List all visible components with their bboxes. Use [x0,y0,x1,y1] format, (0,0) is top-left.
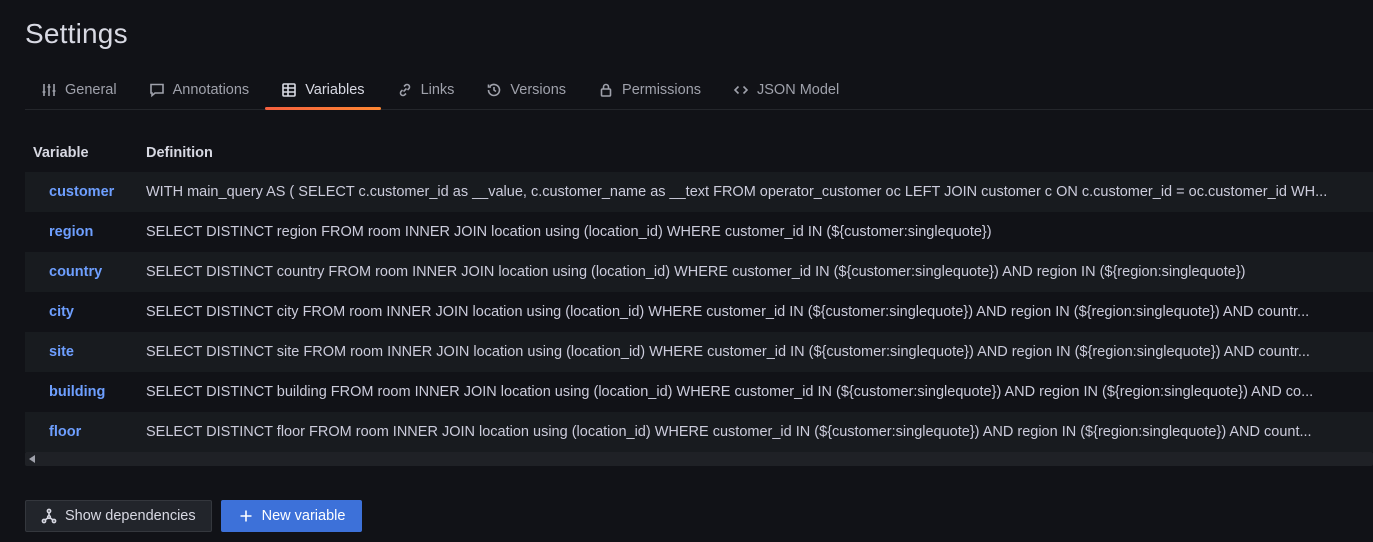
header-variable: Variable [33,145,89,161]
code-icon [733,85,749,94]
tab-annotations[interactable]: Annotations [133,70,266,109]
tab-general[interactable]: General [25,70,133,109]
variable-link[interactable]: country [25,264,138,280]
variable-definition: WITH main_query AS ( SELECT c.customer_i… [146,184,1328,200]
page-title: Settings [25,18,128,49]
tab-label: Variables [305,81,365,98]
history-icon [488,83,501,96]
variable-definition: SELECT DISTINCT region FROM room INNER J… [146,224,992,240]
variable-definition: SELECT DISTINCT city FROM room INNER JOI… [146,304,1310,320]
variable-link[interactable]: customer [25,184,138,200]
table-row[interactable]: region SELECT DISTINCT region FROM room … [25,212,1373,252]
tab-label: General [65,81,117,98]
settings-page: Settings General Annotations Variables L… [0,0,1373,542]
variable-definition: SELECT DISTINCT floor FROM room INNER JO… [146,424,1312,440]
lock-icon [600,83,612,97]
button-label: Show dependencies [65,508,196,524]
tab-label: JSON Model [757,81,840,98]
table-row[interactable]: floor SELECT DISTINCT floor FROM room IN… [25,412,1373,452]
variable-link[interactable]: city [25,304,138,320]
tab-label: Links [420,81,455,98]
plus-icon [240,510,252,522]
variable-link[interactable]: floor [25,424,138,440]
dependencies-icon [41,508,57,524]
new-variable-button[interactable]: New variable [220,500,363,532]
button-label: New variable [261,508,346,524]
table-row[interactable]: customer WITH main_query AS ( SELECT c.c… [25,172,1373,212]
tab-label: Annotations [172,81,250,98]
variables-table: Variable Definition customer WITH main_q… [25,134,1373,466]
settings-tabs: General Annotations Variables Links Vers… [25,70,1373,110]
show-dependencies-button[interactable]: Show dependencies [25,500,212,532]
tab-permissions[interactable]: Permissions [582,70,717,109]
table-body: customer WITH main_query AS ( SELECT c.c… [25,172,1373,452]
horizontal-scrollbar[interactable] [25,452,1373,466]
header-definition: Definition [146,145,213,161]
table-header: Variable Definition [25,134,1373,172]
variable-definition: SELECT DISTINCT country FROM room INNER … [146,264,1246,280]
variable-definition: SELECT DISTINCT building FROM room INNER… [146,384,1314,400]
scroll-left-icon[interactable] [29,455,35,463]
sliders-icon [42,83,56,96]
table-row[interactable]: city SELECT DISTINCT city FROM room INNE… [25,292,1373,332]
tab-versions[interactable]: Versions [470,70,582,109]
actions-bar: Show dependencies New variable [25,500,363,532]
tab-links[interactable]: Links [381,70,471,109]
table-icon [282,82,296,97]
variable-definition: SELECT DISTINCT site FROM room INNER JOI… [146,344,1310,360]
variable-link[interactable]: building [25,384,138,400]
tab-variables[interactable]: Variables [265,70,381,110]
variable-link[interactable]: region [25,224,138,240]
tab-label: Versions [510,81,567,98]
variable-link[interactable]: site [25,344,138,360]
tab-label: Permissions [622,81,702,98]
link-icon [399,83,410,96]
comment-icon [149,83,164,97]
tab-json-model[interactable]: JSON Model [717,70,855,109]
table-row[interactable]: country SELECT DISTINCT country FROM roo… [25,252,1373,292]
table-row[interactable]: site SELECT DISTINCT site FROM room INNE… [25,332,1373,372]
table-row[interactable]: building SELECT DISTINCT building FROM r… [25,372,1373,412]
